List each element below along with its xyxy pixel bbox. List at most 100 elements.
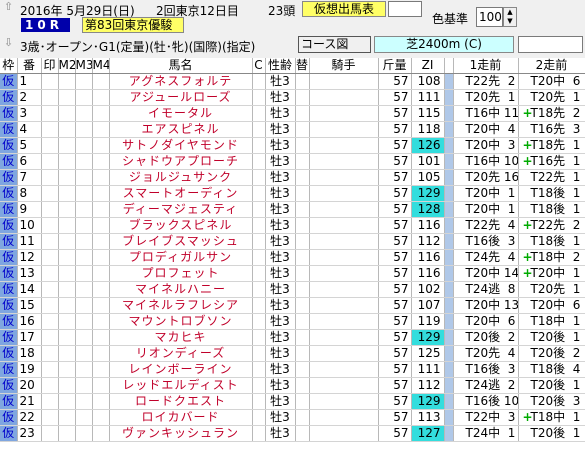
- m3-cell[interactable]: [75, 217, 93, 234]
- table-row[interactable]: 仮 2 アジュールローズ 牡3 57 111 T20先 1 T20先 1: [0, 89, 585, 106]
- mark-cell[interactable]: [41, 393, 59, 410]
- waku-cell[interactable]: 仮: [0, 201, 18, 218]
- m3-cell[interactable]: [75, 249, 93, 266]
- horse-name[interactable]: リオンディーズ: [109, 345, 253, 362]
- horse-name[interactable]: マカヒキ: [109, 329, 253, 346]
- m3-cell[interactable]: [75, 281, 93, 298]
- waku-cell[interactable]: 仮: [0, 313, 18, 330]
- waku-cell[interactable]: 仮: [0, 249, 18, 266]
- horse-name[interactable]: ジョルジュサンク: [109, 169, 253, 186]
- mark-cell[interactable]: [41, 409, 59, 426]
- m4-cell[interactable]: [92, 169, 110, 186]
- m3-cell[interactable]: [75, 377, 93, 394]
- m4-cell[interactable]: [92, 313, 110, 330]
- horse-name[interactable]: マイネルラフレシア: [109, 297, 253, 314]
- mark-cell[interactable]: [41, 281, 59, 298]
- mark-cell[interactable]: [41, 201, 59, 218]
- table-row[interactable]: 仮 22 ロイカバード 牡3 57 113 T22中 3 + T18中 1: [0, 409, 585, 426]
- mark-cell[interactable]: [41, 425, 59, 442]
- m3-cell[interactable]: [75, 361, 93, 378]
- m3-cell[interactable]: [75, 121, 93, 138]
- table-row[interactable]: 仮 6 シャドウアプローチ 牡3 57 101 T16中 10 + T16先 1: [0, 153, 585, 170]
- waku-cell[interactable]: 仮: [0, 329, 18, 346]
- mark-cell[interactable]: [41, 121, 59, 138]
- horse-name[interactable]: アグネスフォルテ: [109, 73, 253, 90]
- m2-cell[interactable]: [58, 409, 76, 426]
- horse-name[interactable]: アジュールローズ: [109, 89, 253, 106]
- m2-cell[interactable]: [58, 265, 76, 282]
- mark-cell[interactable]: [41, 185, 59, 202]
- mark-cell[interactable]: [41, 297, 59, 314]
- table-row[interactable]: 仮 14 マイネルハニー 牡3 57 102 T24逃 8 T20先 1: [0, 281, 585, 298]
- m3-cell[interactable]: [75, 233, 93, 250]
- mark-cell[interactable]: [41, 217, 59, 234]
- mark-cell[interactable]: [41, 345, 59, 362]
- scroll-down-arrow-icon[interactable]: ⇩: [0, 36, 17, 49]
- virtual-sheet-button[interactable]: 仮想出馬表: [302, 1, 386, 17]
- waku-cell[interactable]: 仮: [0, 377, 18, 394]
- horse-name[interactable]: ロイカバード: [109, 409, 253, 426]
- course-extra-field[interactable]: [518, 36, 583, 53]
- mark-cell[interactable]: [41, 313, 59, 330]
- horse-name[interactable]: サトノダイヤモンド: [109, 137, 253, 154]
- m3-cell[interactable]: [75, 105, 93, 122]
- m3-cell[interactable]: [75, 297, 93, 314]
- table-row[interactable]: 仮 18 リオンディーズ 牡3 57 125 T20先 4 T20後 2: [0, 345, 585, 362]
- m4-cell[interactable]: [92, 137, 110, 154]
- table-row[interactable]: 仮 9 ディーマジェスティ 牡3 57 128 T20中 1 T18後 1: [0, 201, 585, 218]
- horse-name[interactable]: プロフェット: [109, 265, 253, 282]
- m2-cell[interactable]: [58, 329, 76, 346]
- waku-cell[interactable]: 仮: [0, 105, 18, 122]
- table-row[interactable]: 仮 11 ブレイブスマッシュ 牡3 57 112 T16後 3 T18後 1: [0, 233, 585, 250]
- waku-cell[interactable]: 仮: [0, 393, 18, 410]
- table-row[interactable]: 仮 21 ロードクエスト 牡3 57 129 T16後 10 T20後 3: [0, 393, 585, 410]
- m2-cell[interactable]: [58, 281, 76, 298]
- m2-cell[interactable]: [58, 297, 76, 314]
- horse-name[interactable]: プロディガルサン: [109, 249, 253, 266]
- m4-cell[interactable]: [92, 89, 110, 106]
- m2-cell[interactable]: [58, 361, 76, 378]
- m4-cell[interactable]: [92, 377, 110, 394]
- m2-cell[interactable]: [58, 217, 76, 234]
- m2-cell[interactable]: [58, 393, 76, 410]
- m2-cell[interactable]: [58, 201, 76, 218]
- mark-cell[interactable]: [41, 361, 59, 378]
- m4-cell[interactable]: [92, 153, 110, 170]
- table-row[interactable]: 仮 1 アグネスフォルテ 牡3 57 108 T22先 2 T20中 6: [0, 73, 585, 90]
- m3-cell[interactable]: [75, 345, 93, 362]
- mark-cell[interactable]: [41, 105, 59, 122]
- m4-cell[interactable]: [92, 233, 110, 250]
- horse-name[interactable]: ブレイブスマッシュ: [109, 233, 253, 250]
- mark-cell[interactable]: [41, 265, 59, 282]
- waku-cell[interactable]: 仮: [0, 361, 18, 378]
- mark-cell[interactable]: [41, 169, 59, 186]
- table-row[interactable]: 仮 12 プロディガルサン 牡3 57 116 T24先 4 + T18中 2: [0, 249, 585, 266]
- m3-cell[interactable]: [75, 313, 93, 330]
- m2-cell[interactable]: [58, 377, 76, 394]
- mark-cell[interactable]: [41, 89, 59, 106]
- horse-name[interactable]: エアスピネル: [109, 121, 253, 138]
- m2-cell[interactable]: [58, 169, 76, 186]
- m3-cell[interactable]: [75, 329, 93, 346]
- m2-cell[interactable]: [58, 121, 76, 138]
- waku-cell[interactable]: 仮: [0, 409, 18, 426]
- waku-cell[interactable]: 仮: [0, 73, 18, 90]
- waku-cell[interactable]: 仮: [0, 297, 18, 314]
- waku-cell[interactable]: 仮: [0, 217, 18, 234]
- m3-cell[interactable]: [75, 153, 93, 170]
- mark-cell[interactable]: [41, 329, 59, 346]
- table-row[interactable]: 仮 10 ブラックスピネル 牡3 57 116 T22先 4 + T22先 2: [0, 217, 585, 234]
- scroll-up-arrow-icon[interactable]: ⇧: [0, 0, 17, 13]
- spin-down-icon[interactable]: ▼: [507, 17, 512, 25]
- horse-name[interactable]: ヴァンキッシュラン: [109, 425, 253, 442]
- m4-cell[interactable]: [92, 393, 110, 410]
- mark-cell[interactable]: [41, 153, 59, 170]
- mark-cell[interactable]: [41, 73, 59, 90]
- waku-cell[interactable]: 仮: [0, 281, 18, 298]
- m3-cell[interactable]: [75, 73, 93, 90]
- m2-cell[interactable]: [58, 185, 76, 202]
- m3-cell[interactable]: [75, 137, 93, 154]
- m2-cell[interactable]: [58, 233, 76, 250]
- m2-cell[interactable]: [58, 313, 76, 330]
- horse-name[interactable]: マウントロブソン: [109, 313, 253, 330]
